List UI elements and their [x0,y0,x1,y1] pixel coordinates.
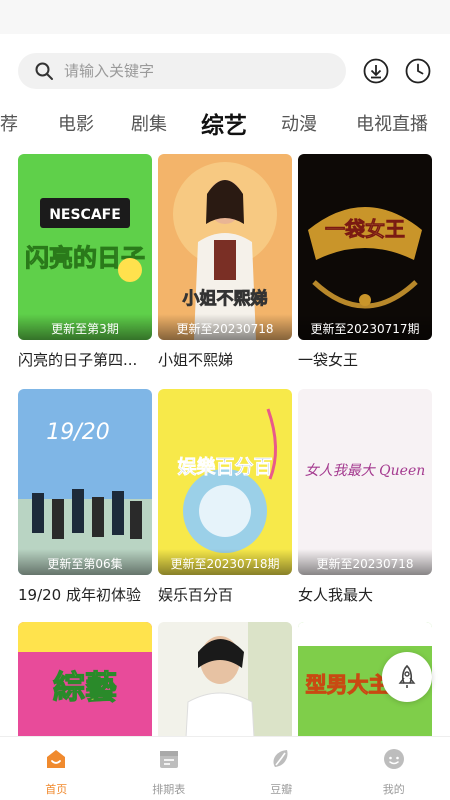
show-card[interactable]: 女人我最大 Queen 更新至20230718 女人我最大 [298,389,432,605]
show-title: 小姐不熙娣 [158,351,234,369]
nav-douban-label: 豆瓣 [270,783,293,796]
download-button[interactable] [362,57,390,85]
history-button[interactable] [404,57,432,85]
tab-recommend[interactable]: 荐 [0,110,18,136]
poster: 娱樂百分百 更新至20230718期 [158,389,292,575]
nav-douban[interactable]: 豆瓣 [225,737,338,800]
poster: 19/20 更新至第06集 [18,389,152,575]
poster-image: NESCAFE 闪亮的日子 [18,154,152,340]
show-title: 娱乐百分百 [158,586,234,604]
show-card[interactable]: 一袋女王 更新至20230717期 一袋女王 [298,154,432,370]
back-to-top-button[interactable] [382,652,432,702]
show-title: 一袋女王 [298,351,359,369]
tab-variety[interactable]: 综艺 [201,106,247,140]
poster-image: 女人我最大 Queen [298,389,432,575]
update-badge: 更新至20230718 [158,314,292,340]
tab-live-tv[interactable]: 电视直播 [356,110,428,136]
update-badge: 更新至第3期 [18,314,152,340]
search-input[interactable] [64,62,304,80]
svg-text:小姐不熙娣: 小姐不熙娣 [183,288,268,309]
search-box[interactable] [18,53,346,89]
download-icon [363,58,389,84]
tab-series[interactable]: 剧集 [131,110,167,136]
tab-movies[interactable]: 电影 [58,110,94,136]
update-badge: 更新至20230718 [298,549,432,575]
show-card[interactable]: NESCAFE 闪亮的日子 更新至第3期 闪亮的日子第四... [18,154,152,370]
poster: NESCAFE 闪亮的日子 更新至第3期 [18,154,152,340]
nav-home[interactable]: 首页 [0,737,113,800]
svg-text:一袋女王: 一袋女王 [325,217,405,241]
poster: 小姐不熙娣 更新至20230718 [158,154,292,340]
show-card[interactable]: 小姐不熙娣 更新至20230718 小姐不熙娣 [158,154,292,370]
clock-icon [405,58,431,84]
show-title: 女人我最大 [298,586,374,604]
douban-icon [273,750,288,767]
update-badge: 更新至第06集 [18,549,152,575]
svg-text:娱樂百分百: 娱樂百分百 [177,455,272,478]
show-card[interactable]: 19/20 更新至第06集 19/20 成年初体验 [18,389,152,605]
status-bar [0,0,450,34]
category-tabs: 荐 电影 剧集 综艺 动漫 电视直播 [0,102,450,142]
poster-image: 小姐不熙娣 [158,154,292,340]
svg-text:綜藝: 綜藝 [53,668,117,706]
show-card[interactable]: 娱樂百分百 更新至20230718期 娱乐百分百 [158,389,292,605]
poster-image: 娱樂百分百 [158,389,292,575]
nav-profile-label: 我的 [382,783,405,796]
home-icon [47,750,66,768]
svg-text:NESCAFE: NESCAFE [49,207,121,223]
search-icon [35,62,53,80]
profile-icon [383,749,404,769]
poster: 女人我最大 Queen 更新至20230718 [298,389,432,575]
rocket-icon [398,664,416,688]
update-badge: 更新至20230717期 [298,314,432,340]
update-badge: 更新至20230718期 [158,549,292,575]
tab-anime[interactable]: 动漫 [281,110,317,136]
svg-text:女人我最大 Queen: 女人我最大 Queen [305,463,426,479]
calendar-icon [159,751,178,768]
nav-home-label: 首页 [45,783,68,796]
poster: 一袋女王 更新至20230717期 [298,154,432,340]
nav-schedule[interactable]: 排期表 [113,737,226,800]
search-row [18,52,438,90]
nav-schedule-label: 排期表 [152,783,186,796]
show-title: 19/20 成年初体验 [18,586,141,604]
bottom-nav: 首页 排期表 豆瓣 我的 [0,736,450,800]
show-title: 闪亮的日子第四... [18,351,138,369]
poster-image: 19/20 [18,389,152,575]
svg-text:19/20: 19/20 [46,420,109,445]
nav-profile[interactable]: 我的 [338,737,450,800]
poster-image: 一袋女王 [298,154,432,340]
